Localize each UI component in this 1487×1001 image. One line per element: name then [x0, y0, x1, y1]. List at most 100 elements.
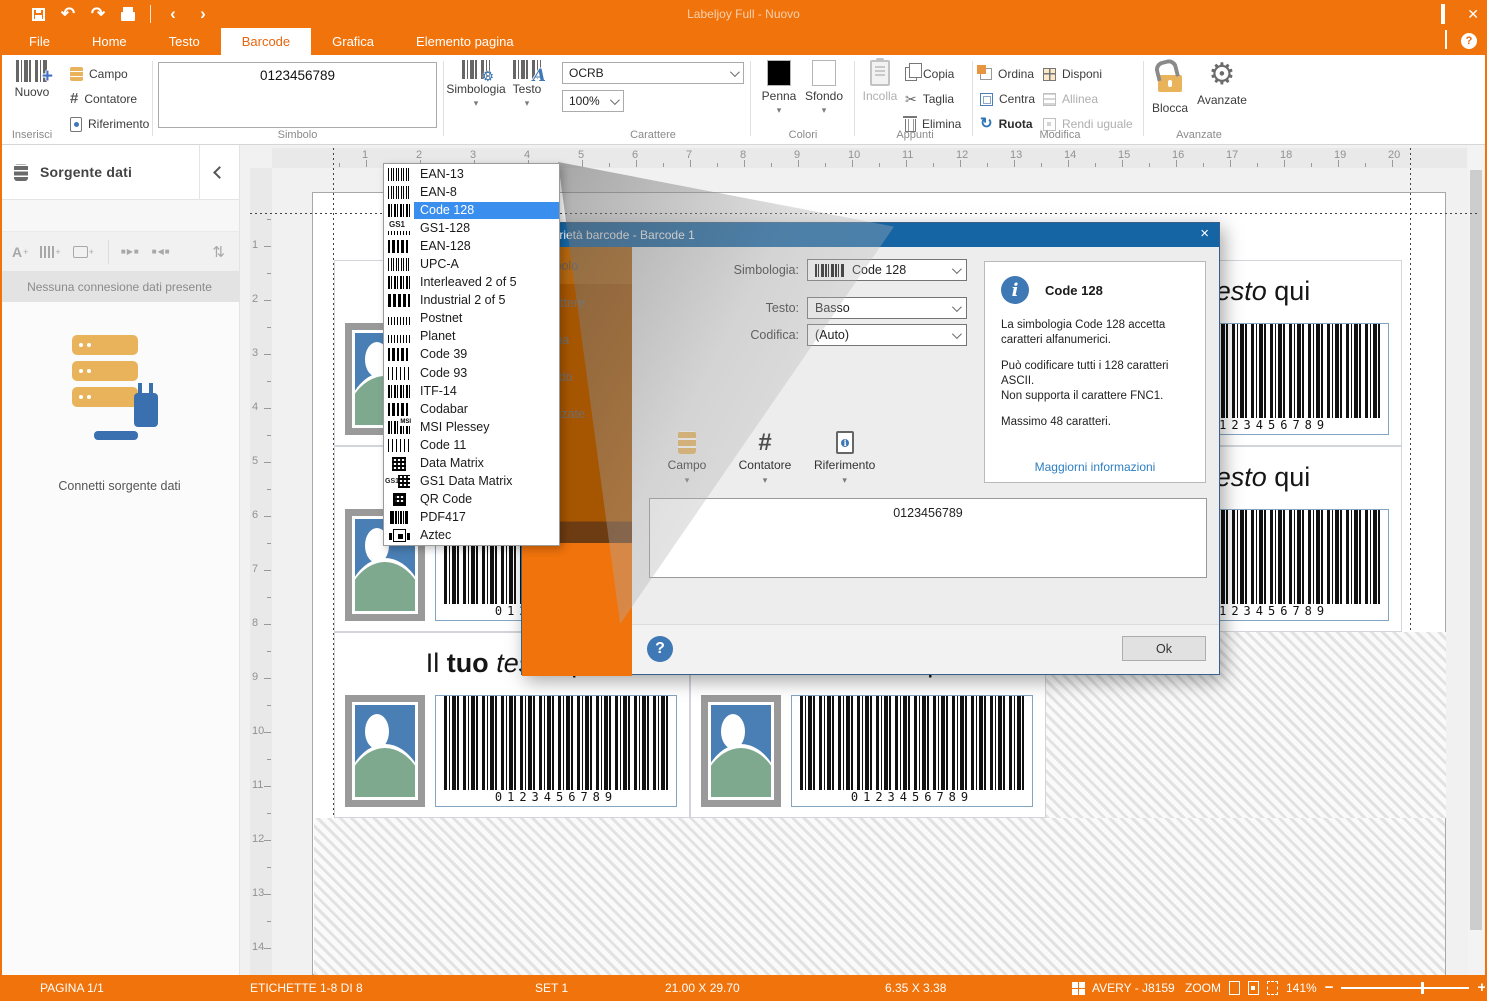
menu-item-industrial-2-of-5[interactable]: Industrial 2 of 5 [384, 292, 559, 310]
menu-item-qr-code[interactable]: QR Code [384, 491, 559, 509]
menu-item-ean-13[interactable]: EAN-13 [384, 165, 559, 183]
menu-item-code-39[interactable]: Code 39 [384, 346, 559, 364]
contatore-icon: # [758, 431, 771, 454]
font-size-combo[interactable]: 100% [562, 90, 624, 112]
menu-item-itf-14[interactable]: ITF-14 [384, 382, 559, 400]
redo-icon[interactable]: ↷ [90, 6, 106, 22]
tab-barcode[interactable]: Barcode [221, 28, 311, 55]
tab-file[interactable]: File [8, 28, 71, 55]
zoom-out-icon[interactable]: − [1325, 981, 1334, 995]
move-left-icon[interactable]: ■◀■ [152, 247, 171, 256]
tab-home[interactable]: Home [71, 28, 148, 55]
vertical-scrollbar[interactable] [1468, 145, 1484, 975]
fit-selection-icon[interactable] [1267, 981, 1278, 995]
move-right-icon[interactable]: ■▶■ [121, 247, 140, 256]
tab-grafica[interactable]: Grafica [311, 28, 395, 55]
menu-item-postnet[interactable]: Postnet [384, 310, 559, 328]
template-grid-icon [1072, 982, 1085, 995]
connect-data-source-icon[interactable] [60, 335, 180, 457]
pdf417-icon [390, 511, 408, 524]
codifica-combo[interactable]: (Auto) [807, 324, 967, 346]
add-barcode-field-icon[interactable]: + [40, 246, 60, 258]
disponi-button[interactable]: Disponi [1043, 63, 1102, 85]
ok-button[interactable]: Ok [1122, 636, 1206, 661]
close-button[interactable]: ✕ [1467, 7, 1479, 21]
taglia-button[interactable]: ✂Taglia [905, 88, 954, 110]
print-icon[interactable] [120, 6, 136, 22]
labeljoy-window: ↶ ↷ ‹ › Labeljoy Full - Nuovo ✕ FileHome… [0, 0, 1487, 1001]
sort-icon[interactable]: ⇅ [212, 243, 225, 261]
riferimento-button[interactable]: Riferimento [70, 113, 149, 135]
add-text-field-icon[interactable]: A+ [12, 244, 28, 260]
save-icon[interactable] [30, 6, 46, 22]
dialog-barcode-value-input[interactable]: 0123456789 [649, 498, 1207, 578]
dialog-riferimento-button[interactable]: Riferimento▾ [814, 431, 875, 484]
avanzate-button[interactable]: ⚙ Avanzate [1194, 60, 1250, 107]
maximize-button[interactable] [1441, 7, 1445, 21]
zoom-slider[interactable] [1341, 987, 1469, 989]
back-icon[interactable]: ‹ [165, 6, 181, 22]
menu-item-ean-128[interactable]: EAN-128 [384, 237, 559, 255]
dialog-campo-button[interactable]: Campo▾ [658, 431, 716, 484]
forward-icon[interactable]: › [195, 6, 211, 22]
info-title: Code 128 [1045, 283, 1103, 298]
blocca-button[interactable]: Blocca [1148, 60, 1192, 115]
tab-testo[interactable]: Testo [148, 28, 221, 55]
nuovo-button[interactable]: + Nuovo [8, 60, 56, 99]
menu-item-upc-a[interactable]: UPC-A [384, 255, 559, 273]
menu-item-planet[interactable]: Planet [384, 328, 559, 346]
menu-item-msi-plessey[interactable]: MSI Plessey [384, 418, 559, 436]
centra-button[interactable]: Centra [980, 88, 1035, 110]
testo-button[interactable]: A Testo ▾ [507, 60, 547, 107]
tab-elemento-pagina[interactable]: Elemento pagina [395, 28, 535, 55]
font-name-combo[interactable]: OCRB [562, 62, 744, 84]
allinea-button[interactable]: Allinea [1043, 88, 1098, 110]
aztec-icon [393, 529, 406, 542]
collapse-panel-button[interactable] [199, 145, 239, 200]
ean-13-icon [388, 168, 410, 181]
collapse-ribbon-icon[interactable] [1445, 32, 1447, 50]
fit-width-icon[interactable] [1248, 981, 1259, 995]
menu-item-data-matrix[interactable]: Data Matrix [384, 455, 559, 473]
menu-item-ean-8[interactable]: EAN-8 [384, 183, 559, 201]
more-info-link[interactable]: Maggiorni informazioni [985, 460, 1205, 474]
order-icon [980, 68, 992, 80]
image-placeholder[interactable] [701, 695, 781, 807]
simbologia-combo[interactable]: Code 128 [807, 259, 967, 281]
background-color-swatch [812, 60, 836, 86]
sfondo-button[interactable]: Sfondo▾ [802, 60, 846, 114]
dialog-help-icon[interactable]: ? [647, 636, 673, 662]
menu-item-pdf417[interactable]: PDF417 [384, 509, 559, 527]
dialog-close-icon[interactable]: × [1200, 226, 1209, 242]
gs1-data-matrix-icon [388, 475, 410, 488]
menu-item-gs1-data-matrix[interactable]: GS1 Data Matrix [384, 473, 559, 491]
scrollbar-thumb[interactable] [1470, 170, 1482, 930]
barcode-element[interactable]: 0123456789 [435, 695, 677, 807]
chevron-down-icon [730, 67, 740, 77]
dialog-title-bar[interactable]: Proprietà barcode - Barcode 1 × [522, 223, 1219, 247]
ordina-button[interactable]: Ordina [980, 63, 1034, 85]
simbologia-button[interactable]: ⚙ Simbologia ▾ [450, 60, 502, 107]
menu-item-aztec[interactable]: Aztec [384, 527, 559, 545]
penna-button[interactable]: Penna▾ [758, 60, 800, 114]
testo-combo[interactable]: Basso [807, 297, 967, 319]
fit-page-icon[interactable] [1229, 981, 1240, 995]
add-image-field-icon[interactable]: + [73, 246, 94, 258]
incolla-button[interactable]: Incolla [860, 60, 900, 103]
contatore-button[interactable]: #Contatore [70, 88, 137, 110]
barcode-element[interactable]: 0123456789 [791, 695, 1033, 807]
menu-item-codabar[interactable]: Codabar [384, 400, 559, 418]
barcode-value-input[interactable]: 0123456789 [158, 62, 437, 128]
menu-item-interleaved-2-of-5[interactable]: Interleaved 2 of 5 [384, 274, 559, 292]
menu-item-code-11[interactable]: Code 11 [384, 436, 559, 454]
undo-icon[interactable]: ↶ [60, 6, 76, 22]
campo-button[interactable]: Campo [70, 63, 128, 85]
menu-item-code-93[interactable]: Code 93 [384, 364, 559, 382]
zoom-slider-handle[interactable] [1421, 982, 1424, 994]
menu-item-code-128[interactable]: Code 128 [384, 201, 559, 219]
image-placeholder[interactable] [345, 695, 425, 807]
dialog-contatore-button[interactable]: # Contatore▾ [736, 431, 794, 484]
copia-button[interactable]: Copia [905, 63, 954, 85]
help-icon[interactable]: ? [1461, 33, 1477, 49]
menu-item-gs1-128[interactable]: GS1-128 [384, 219, 559, 237]
